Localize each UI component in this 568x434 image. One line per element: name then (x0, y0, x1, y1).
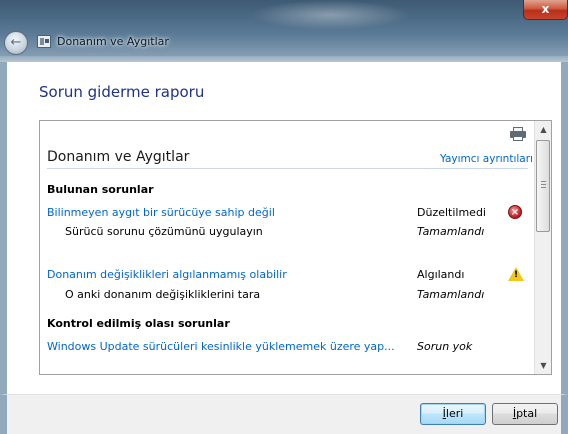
vertical-scrollbar[interactable]: ▲ ▼ (534, 121, 551, 374)
page-heading: Sorun giderme raporu (39, 83, 205, 101)
scroll-up-arrow-icon[interactable]: ▲ (535, 121, 551, 138)
next-button-label: leri (445, 407, 464, 420)
error-icon: × (508, 205, 522, 219)
problem-link-2[interactable]: Donanım değişiklikleri algılanmamış olab… (47, 268, 287, 281)
problem-link-1[interactable]: Bilinmeyen aygıt bir sürücüye sahip deği… (47, 206, 275, 219)
title-glare (250, 0, 410, 30)
scroll-thumb[interactable] (536, 140, 550, 232)
back-button[interactable]: ← (4, 31, 28, 55)
report-title: Donanım ve Aygıtlar (47, 149, 190, 165)
action-text-2: O anki donanım değişikliklerini tara (65, 288, 261, 301)
partial-next-row: ...... (65, 367, 98, 375)
action-status-2: Tamamlandı (417, 288, 485, 301)
scroll-down-arrow-icon[interactable]: ▼ (535, 357, 551, 374)
next-button[interactable]: İleri (420, 403, 486, 425)
action-status-1: Tamamlandı (417, 225, 485, 238)
close-button[interactable]: x (523, 0, 568, 20)
checked-problem-link-1[interactable]: Windows Update sürücüleri kesinlikle yük… (47, 340, 395, 353)
printer-icon[interactable] (510, 127, 526, 141)
title-divider (47, 168, 528, 169)
device-manager-icon (37, 35, 51, 48)
window-title: Donanım ve Aygıtlar (57, 35, 169, 48)
found-problems-header: Bulunan sorunlar (47, 183, 154, 196)
publisher-details-link[interactable]: Yayımcı ayrıntıları (440, 153, 533, 165)
back-arrow-icon: ← (10, 35, 22, 50)
warning-icon: ! (508, 267, 524, 281)
window-chrome (0, 0, 568, 62)
problem-status-1: Düzeltilmedi (417, 206, 486, 219)
report-panel: Donanım ve Aygıtlar Yayımcı ayrıntıları … (39, 120, 552, 375)
action-text-1: Sürücü sorunu çözümünü uygulayın (65, 225, 263, 238)
cancel-button[interactable]: İptal (492, 403, 558, 425)
checked-status-1: Sorun yok (417, 340, 473, 353)
cancel-button-label: ptal (516, 407, 538, 420)
checked-problems-header: Kontrol edilmiş olası sorunlar (47, 317, 230, 330)
problem-status-2: Algılandı (417, 268, 465, 281)
